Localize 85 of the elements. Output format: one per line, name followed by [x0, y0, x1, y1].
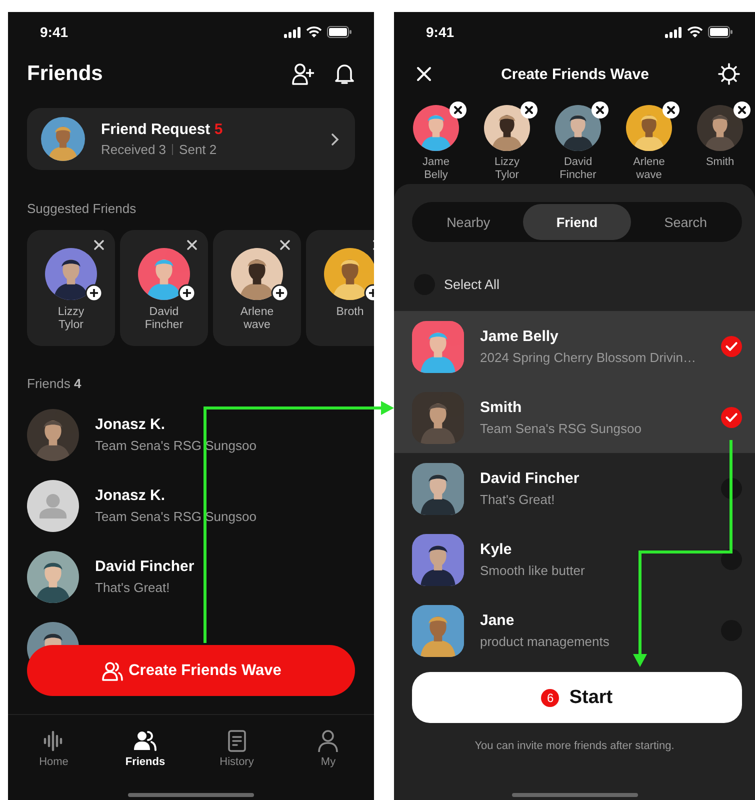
segment-tab[interactable]: Friend — [522, 204, 632, 240]
count-badge: 6 — [541, 688, 560, 706]
screen-title: Create Friends Wave — [501, 66, 649, 82]
signal-icon — [665, 26, 682, 38]
add-icon[interactable] — [85, 284, 103, 302]
friend-status: That's Great! — [480, 492, 556, 507]
select-all-label: Select All — [444, 276, 500, 292]
add-icon[interactable] — [178, 284, 196, 302]
section-heading: Friends 4 — [27, 376, 82, 391]
friend-name: Jane — [480, 612, 516, 629]
friend-name: Jame Belly — [480, 328, 560, 345]
suggested-friend-card[interactable]: David Fincher — [120, 230, 208, 346]
friend-name: Broth — [335, 306, 365, 319]
chevron-right-icon — [331, 132, 339, 146]
friend-name: David Fincher — [144, 306, 184, 332]
nav-tab[interactable]: My — [282, 715, 374, 800]
friend-row[interactable]: David Fincher That's Great! — [394, 453, 755, 524]
wifi-icon — [306, 26, 322, 38]
people-icon — [100, 660, 123, 682]
remove-icon[interactable] — [591, 101, 609, 119]
close-icon[interactable] — [416, 66, 432, 82]
wifi-icon — [687, 26, 703, 38]
friend-name: Jonasz K. — [95, 416, 166, 433]
close-icon[interactable] — [278, 238, 292, 252]
remove-icon[interactable] — [733, 101, 751, 119]
nav-tab[interactable]: Friends — [100, 715, 191, 800]
friend-name: Jonasz K. — [95, 487, 166, 504]
segment-tab[interactable]: Search — [631, 204, 740, 240]
friend-request-title: Friend Request 5 — [101, 121, 224, 138]
suggested-friend-card[interactable]: Broth — [306, 230, 374, 346]
remove-icon[interactable] — [662, 101, 680, 119]
people-icon — [133, 729, 158, 753]
status-time: 9:41 — [40, 24, 68, 40]
info-note: You can invite more friends after starting. — [474, 740, 676, 752]
remove-icon[interactable] — [520, 101, 538, 119]
friend-name: Smith — [704, 156, 736, 169]
friend-request-card[interactable]: Friend Request 5 Received 3 Sent 2 — [27, 108, 355, 170]
friend-status: Team Sena's RSG Sungsoo — [95, 438, 258, 453]
status-time: 9:41 — [426, 24, 454, 40]
friend-row[interactable]: Jane product managements — [394, 595, 755, 666]
friend-name: Arlene wave — [239, 306, 275, 332]
friend-name: Smith — [480, 399, 523, 416]
screen-title: Friends — [27, 62, 104, 86]
avatar-placeholder-icon — [27, 480, 79, 532]
battery-icon — [708, 26, 733, 38]
checkbox[interactable] — [721, 336, 742, 357]
friend-name: Lizzy Tylor — [56, 306, 86, 332]
close-icon[interactable] — [185, 238, 199, 252]
person-icon — [316, 729, 340, 753]
add-person-icon[interactable] — [292, 63, 315, 85]
start-button[interactable]: 6 Start — [412, 672, 742, 723]
friend-status: Team Sena's RSG Sungsoo — [480, 421, 642, 436]
close-icon[interactable] — [92, 238, 106, 252]
friend-name: Jame Belly — [422, 156, 450, 182]
remove-icon[interactable] — [449, 101, 467, 119]
friend-name: David Fincher — [95, 558, 196, 575]
friend-status: Smooth like butter — [480, 563, 586, 578]
bell-icon[interactable] — [335, 63, 354, 85]
checkbox[interactable] — [721, 549, 742, 570]
create-wave-button[interactable]: Create Friends Wave — [27, 645, 355, 696]
suggested-friend-card[interactable]: Arlene wave — [213, 230, 301, 346]
suggested-friend-card[interactable]: Lizzy Tylor — [27, 230, 115, 346]
friend-name: Lizzy Tylor — [493, 156, 521, 182]
nav-tab[interactable]: History — [191, 715, 282, 800]
friend-name: Kyle — [480, 541, 513, 558]
friend-status: That's Great! — [95, 580, 171, 595]
friend-name: David Fincher — [558, 156, 598, 182]
sent-count: Sent 2 — [179, 142, 217, 157]
friend-status: product managements — [480, 634, 610, 649]
friend-row[interactable]: Kyle Smooth like butter — [394, 524, 755, 595]
signal-icon — [284, 26, 301, 38]
friend-row[interactable]: Jame Belly 2024 Spring Cherry Blossom Drivin… — [394, 311, 755, 382]
received-count: Received 3 — [101, 142, 166, 157]
segment-tab[interactable]: Nearby — [414, 204, 523, 240]
section-heading: Suggested Friends — [27, 201, 138, 216]
friend-name: David Fincher — [480, 470, 580, 487]
friend-status: Team Sena's RSG Sungsoo — [95, 509, 258, 524]
friend-name: Arlene wave — [632, 156, 666, 182]
nav-tab[interactable]: Home — [8, 715, 100, 800]
checkbox[interactable] — [721, 407, 742, 428]
friend-row[interactable]: Smith Team Sena's RSG Sungsoo — [394, 382, 755, 453]
friend-status: 2024 Spring Cherry Blossom Drivin… — [480, 350, 698, 365]
add-icon[interactable] — [271, 284, 289, 302]
battery-icon — [327, 26, 352, 38]
settings-icon[interactable] — [718, 63, 740, 85]
